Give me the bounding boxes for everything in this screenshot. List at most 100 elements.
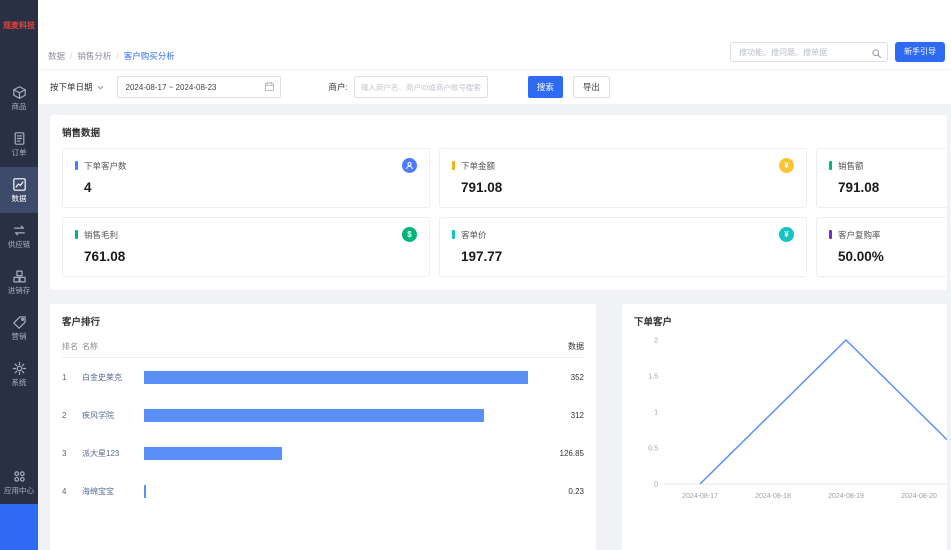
- breadcrumb-item[interactable]: 数据: [48, 50, 65, 62]
- orders-chart-card: 下单客户 00.511.522024-08-172024-08-182024-0…: [622, 304, 947, 550]
- table-row: 2疾风学院 312: [62, 396, 584, 434]
- main-area: 数据 / 销售分析 / 客户购买分析 新手引导 按下单日期: [38, 0, 951, 550]
- merchant-label: 商户:: [329, 81, 348, 93]
- table-row: 4海绵宝宝0.23: [62, 472, 584, 510]
- export-button[interactable]: 导出: [573, 76, 610, 98]
- inventory-icon: [12, 269, 27, 284]
- value-cell: 312: [538, 411, 584, 420]
- rank-cell: 2: [62, 411, 82, 420]
- date-type-dropdown[interactable]: 按下单日期: [50, 81, 105, 93]
- sidebar-item-label: 订单: [12, 149, 27, 157]
- sidebar-bottom-panel[interactable]: [0, 504, 38, 550]
- svg-text:2024-08-20: 2024-08-20: [901, 493, 937, 500]
- customer-name[interactable]: 海绵宝宝: [82, 486, 140, 497]
- table-body: 1白金史莱克352 2疾风学院 312 3派大星123126.854海绵宝宝0.23: [62, 358, 584, 510]
- bottom-row: 客户排行 排名 名称 数据 1白金史莱克3522疾风学院3123派大星12312…: [50, 304, 947, 550]
- filter-bar: 按下单日期 商户: 搜索 导出: [38, 70, 951, 104]
- value-bar: [144, 371, 528, 384]
- svg-text:1.5: 1.5: [648, 374, 658, 381]
- product-icon: [12, 85, 27, 100]
- date-range-input[interactable]: [117, 76, 281, 98]
- stat-label: 客单价: [461, 229, 779, 241]
- sales-section-title: 销售数据: [62, 125, 935, 139]
- stat-value: 4: [84, 180, 417, 195]
- guide-button[interactable]: 新手引导: [895, 42, 945, 62]
- sidebar-item-inventory[interactable]: 进销存: [0, 259, 38, 305]
- sales-data-card: 销售数据 下单客户数4下单金额¥791.08销售额¥791.08销售毛利$761…: [50, 115, 947, 290]
- rank-cell: 1: [62, 373, 82, 382]
- stat-card: 客户复购率%50.00%: [816, 217, 947, 277]
- orders-line-chart: 00.511.522024-08-172024-08-182024-08-192…: [634, 332, 947, 512]
- bar-track: [144, 447, 528, 460]
- svg-text:2024-08-18: 2024-08-18: [755, 493, 791, 500]
- sidebar-item-marketing[interactable]: 营销: [0, 305, 38, 351]
- sidebar-item-data[interactable]: 数据: [0, 167, 38, 213]
- sidebar-item-supply[interactable]: 供应链: [0, 213, 38, 259]
- stat-accent-bar: [75, 230, 78, 239]
- stat-card: 下单客户数4: [62, 148, 430, 208]
- stat-card: 销售额¥791.08: [816, 148, 947, 208]
- stat-label: 销售毛利: [84, 229, 402, 241]
- customer-ranking-card: 客户排行 排名 名称 数据 1白金史莱克3522疾风学院3123派大星12312…: [50, 304, 596, 550]
- value-bar: [144, 409, 484, 422]
- topbar-right: 新手引导: [730, 42, 945, 63]
- bar-track: [144, 409, 528, 422]
- sidebar: 观麦科技 商品订单数据供应链进销存营销系统 应用中心: [0, 0, 38, 550]
- stat-card: 客单价¥197.77: [439, 217, 807, 277]
- stat-value: 791.08: [838, 180, 947, 195]
- stat-value: 791.08: [461, 180, 794, 195]
- rank-cell: 3: [62, 449, 82, 458]
- bar-track: [144, 371, 528, 384]
- customer-name[interactable]: 疾风学院: [82, 410, 140, 421]
- merchant-search-input[interactable]: [354, 76, 488, 98]
- sidebar-menu: 商品订单数据供应链进销存营销系统: [0, 75, 38, 397]
- brand-logo: 观麦科技: [0, 20, 38, 31]
- sidebar-item-label: 系统: [12, 379, 27, 387]
- dollar-icon: $: [402, 227, 417, 242]
- breadcrumb-item[interactable]: 销售分析: [77, 50, 111, 62]
- sidebar-item-product[interactable]: 商品: [0, 75, 38, 121]
- order-icon: [12, 131, 27, 146]
- stat-label: 客户复购率: [838, 229, 947, 241]
- rank-cell: 4: [62, 487, 82, 496]
- column-header-rank: 排名: [62, 341, 82, 352]
- breadcrumb-current: 客户购买分析: [124, 50, 175, 62]
- calendar-icon[interactable]: [264, 81, 275, 94]
- stats-grid: 下单客户数4下单金额¥791.08销售额¥791.08销售毛利$761.08客单…: [62, 148, 947, 277]
- search-button[interactable]: 搜索: [528, 76, 563, 98]
- stat-card: 下单金额¥791.08: [439, 148, 807, 208]
- bar-track: [144, 485, 528, 498]
- svg-text:2024-08-17: 2024-08-17: [682, 493, 718, 500]
- data-icon: [12, 177, 27, 192]
- global-search-input[interactable]: [730, 42, 888, 62]
- stat-value: 761.08: [84, 249, 417, 264]
- table-row: 1白金史莱克352: [62, 358, 584, 396]
- sidebar-item-apps[interactable]: 应用中心: [0, 460, 38, 504]
- customer-name[interactable]: 派大星123: [82, 448, 140, 459]
- sidebar-item-label: 数据: [12, 195, 27, 203]
- stat-value: 197.77: [461, 249, 794, 264]
- sidebar-item-system[interactable]: 系统: [0, 351, 38, 397]
- sidebar-item-label: 商品: [12, 103, 27, 111]
- topbar: 数据 / 销售分析 / 客户购买分析 新手引导: [38, 0, 951, 70]
- sidebar-item-label: 应用中心: [4, 487, 34, 495]
- date-range-picker: [117, 76, 281, 98]
- content-area: 销售数据 下单客户数4下单金额¥791.08销售额¥791.08销售毛利$761…: [38, 104, 951, 550]
- chevron-down-icon: [96, 83, 105, 92]
- stat-label: 销售额: [838, 160, 947, 172]
- table-row: 3派大星123126.85: [62, 434, 584, 472]
- user-icon: [402, 158, 417, 173]
- stat-label: 下单金额: [461, 160, 779, 172]
- value-bar: [144, 447, 282, 460]
- customer-name[interactable]: 白金史莱克: [82, 372, 140, 383]
- yen-icon: ¥: [779, 158, 794, 173]
- search-icon[interactable]: [871, 46, 882, 64]
- breadcrumb-separator: /: [70, 51, 72, 61]
- sidebar-item-label: 营销: [12, 333, 27, 341]
- apps-icon: [12, 469, 27, 484]
- sidebar-item-order[interactable]: 订单: [0, 121, 38, 167]
- sidebar-bottom: 应用中心: [0, 460, 38, 504]
- orders-chart-title: 下单客户: [634, 314, 935, 328]
- column-header-value: 数据: [538, 341, 584, 352]
- column-header-name: 名称: [82, 341, 140, 352]
